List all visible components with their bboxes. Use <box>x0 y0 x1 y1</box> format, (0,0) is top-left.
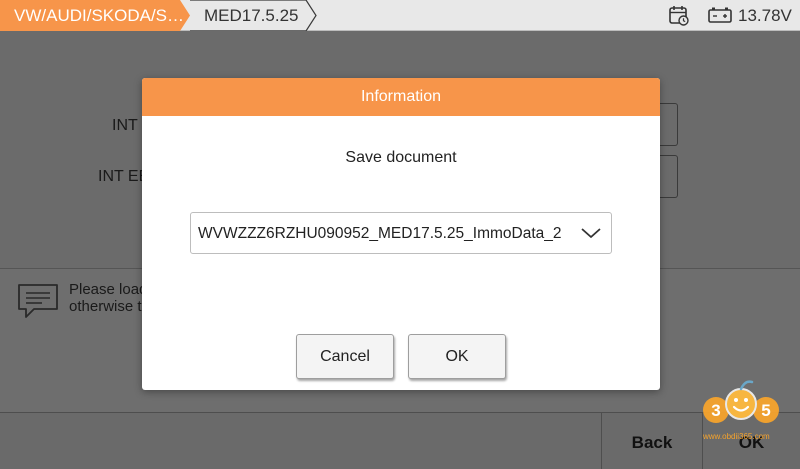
dialog-title: Information <box>142 78 660 116</box>
file-name-value: WVWZZZ6RZHU090952_MED17.5.25_ImmoData_2 <box>198 225 562 242</box>
ok-button[interactable]: OK <box>408 334 506 379</box>
breadcrumb-label: VW/AUDI/SKODA/S… <box>14 6 185 25</box>
back-button[interactable]: Back <box>602 413 702 469</box>
information-dialog: Information Save document WVWZZZ6RZHU090… <box>142 78 660 390</box>
int-field-label: INT <box>112 117 138 134</box>
info-message-line-1: Please load <box>69 281 148 298</box>
battery-icon <box>708 7 732 23</box>
breadcrumb-vw-audi-skoda[interactable]: VW/AUDI/SKODA/S… <box>0 0 190 31</box>
top-bar: VW/AUDI/SKODA/S… MED17.5.25 13.78V <box>0 0 800 31</box>
breadcrumb-label: MED17.5.25 <box>204 6 299 25</box>
file-name-dropdown[interactable]: WVWZZZ6RZHU090952_MED17.5.25_ImmoData_2 <box>190 212 612 254</box>
battery-voltage: 13.78V <box>738 6 792 25</box>
svg-text:5: 5 <box>761 401 770 420</box>
cancel-button[interactable]: Cancel <box>296 334 394 379</box>
calendar-clock-icon[interactable] <box>668 4 690 26</box>
chevron-down-icon[interactable] <box>580 226 602 240</box>
info-message-line-2: otherwise t <box>69 298 142 315</box>
message-bubble-icon <box>18 284 58 318</box>
svg-text:3: 3 <box>711 401 720 420</box>
dialog-message: Save document <box>345 149 457 166</box>
breadcrumb-med17[interactable]: MED17.5.25 <box>186 0 317 31</box>
watermark-url: www.obdii365.com <box>703 432 770 441</box>
